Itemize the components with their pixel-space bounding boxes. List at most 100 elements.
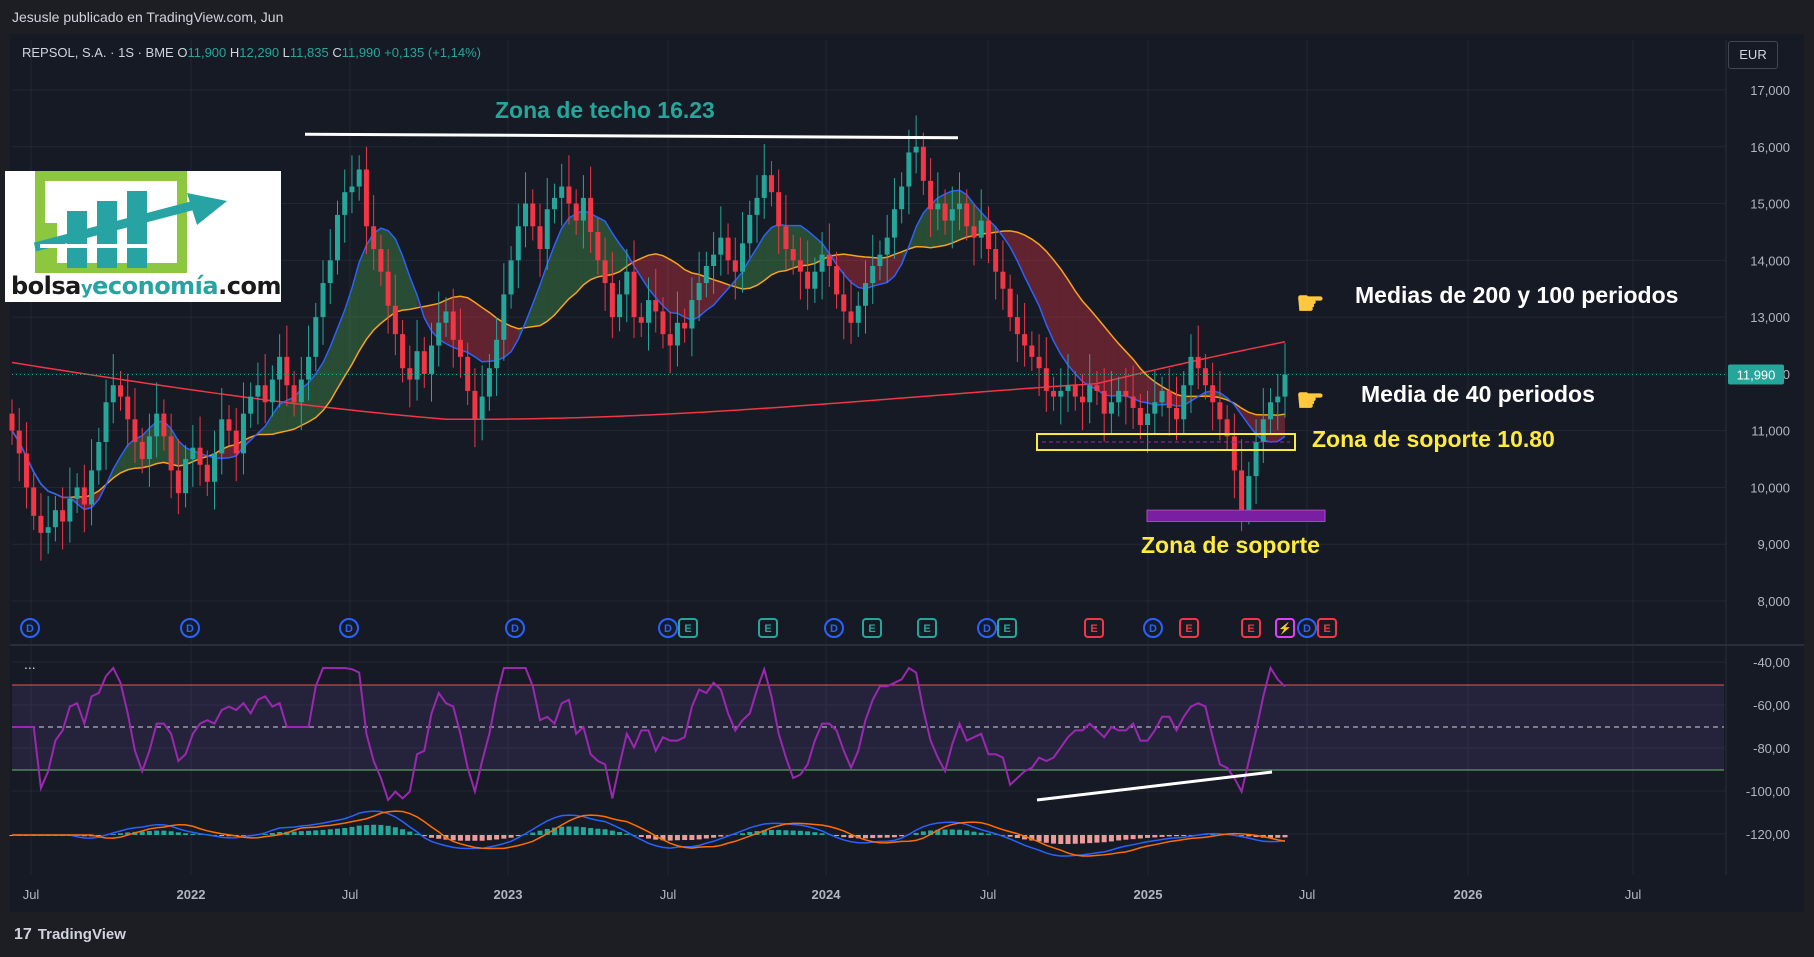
event-marker-label: E [1003,623,1010,635]
close-value: 11,990 [341,45,381,60]
macd-histogram-bar [1065,835,1071,845]
symbol-name[interactable]: REPSOL, S.A. · 1S · BME [22,45,174,60]
ma-cloud-segment [1060,269,1069,366]
candle-body [371,226,377,249]
candle-body [653,300,659,312]
macd-histogram-bar [617,832,623,835]
macd-histogram-bar [891,835,897,838]
y-tick-label: 17,000 [1750,83,1790,98]
x-tick-label: 2024 [812,887,842,902]
macd-histogram-bar [183,833,189,835]
ma-cloud-segment [315,362,324,418]
candle-body [465,356,471,391]
price-chart[interactable]: 17,00016,00015,00014,00013,00012,00011,0… [0,0,1814,912]
candle-body [776,192,782,227]
y-tick-label: 15,000 [1750,197,1790,212]
support-zone-label: Zona de soporte [1141,532,1320,558]
candle-body [544,209,550,249]
candle-body [920,146,926,181]
ma-cloud-segment [467,297,475,357]
candle-body [248,396,254,414]
candle-body [1260,419,1266,443]
macd-histogram-bar [494,835,500,840]
candle-body [1275,396,1281,403]
x-tick-label: Jul [980,887,997,902]
macd-histogram-bar [1166,835,1172,837]
ma40-label: Media de 40 periodos [1361,381,1595,407]
ma-cloud-segment [670,259,678,314]
candle-body [52,510,58,528]
macd-histogram-bar [219,835,225,836]
candle-body [1036,356,1042,369]
candle-body [848,311,854,323]
candle-body [993,248,999,272]
macd-histogram-bar [790,830,796,835]
ma-cloud-segment [800,225,808,266]
macd-histogram-bar [949,829,955,835]
macd-histogram-bar [1079,835,1085,844]
macd-histogram-bar [674,835,680,841]
candle-body [443,311,449,323]
macd-histogram-bar [689,835,695,840]
macd-histogram-bar [501,835,507,839]
candle-body [1058,390,1064,397]
candle-body [494,339,500,369]
candle-body [334,214,340,261]
macd-histogram-bar [1159,835,1165,837]
candle-body [790,248,796,261]
macd-histogram-bar [964,830,970,835]
macd-histogram-bar [472,835,478,841]
tradingview-logo-icon: 17 [14,926,32,943]
candle-body [1181,385,1187,420]
candle-body [819,254,825,272]
candle-body [190,447,196,460]
macd-histogram-bar [269,832,275,835]
macd-histogram-bar [175,832,181,835]
macd-histogram-bar [117,833,123,835]
macd-histogram-bar [407,831,413,835]
candle-body [1116,390,1122,403]
candle-body [870,266,876,284]
macd-histogram-bar [1137,835,1143,839]
candle-body [1087,385,1093,403]
macd-histogram-bar [1014,835,1020,839]
event-marker-label: D [1149,623,1157,635]
macd-histogram-bar [306,830,312,835]
macd-histogram-bar [154,830,160,835]
macd-histogram-bar [1087,835,1093,844]
macd-histogram-bar [747,831,753,835]
macd-histogram-bar [703,835,709,839]
event-marker-label: ⚡ [1278,622,1292,635]
macd-histogram-bar [1116,835,1122,841]
macd-histogram-bar [110,834,116,835]
macd-histogram-bar [1152,835,1158,838]
macd-histogram-bar [508,835,514,838]
macd-histogram-bar [920,831,926,835]
macd-histogram-bar [877,835,883,838]
candle-body [1253,442,1259,477]
event-marker-label: E [868,623,875,635]
y-tick-label: 9,000 [1757,537,1790,552]
candle-body [168,436,174,471]
candle-body [862,283,868,306]
candle-body [1022,334,1028,346]
currency-button[interactable]: EUR [1728,41,1778,69]
open-label: O [177,45,188,60]
macd-histogram-bar [797,830,803,835]
candle-body [1188,356,1194,386]
event-marker-label: E [764,623,771,635]
event-marker-label: D [1303,623,1311,635]
x-tick-label: 2026 [1454,887,1483,902]
macd-histogram-bar [1282,835,1288,838]
tradingview-brand[interactable]: 17 TradingView [14,926,126,944]
ma-cloud-segment [677,263,685,318]
event-marker-label: D [511,623,519,635]
macd-histogram-bar [479,835,485,841]
open-value: 11,900 [187,45,227,60]
macd-histogram-bar [385,825,391,835]
ma-cloud-segment [894,251,902,277]
candle-body [436,322,442,346]
macd-histogram-bar [776,830,782,835]
candle-body [154,413,160,437]
indicator-menu[interactable]: ... [24,656,36,672]
